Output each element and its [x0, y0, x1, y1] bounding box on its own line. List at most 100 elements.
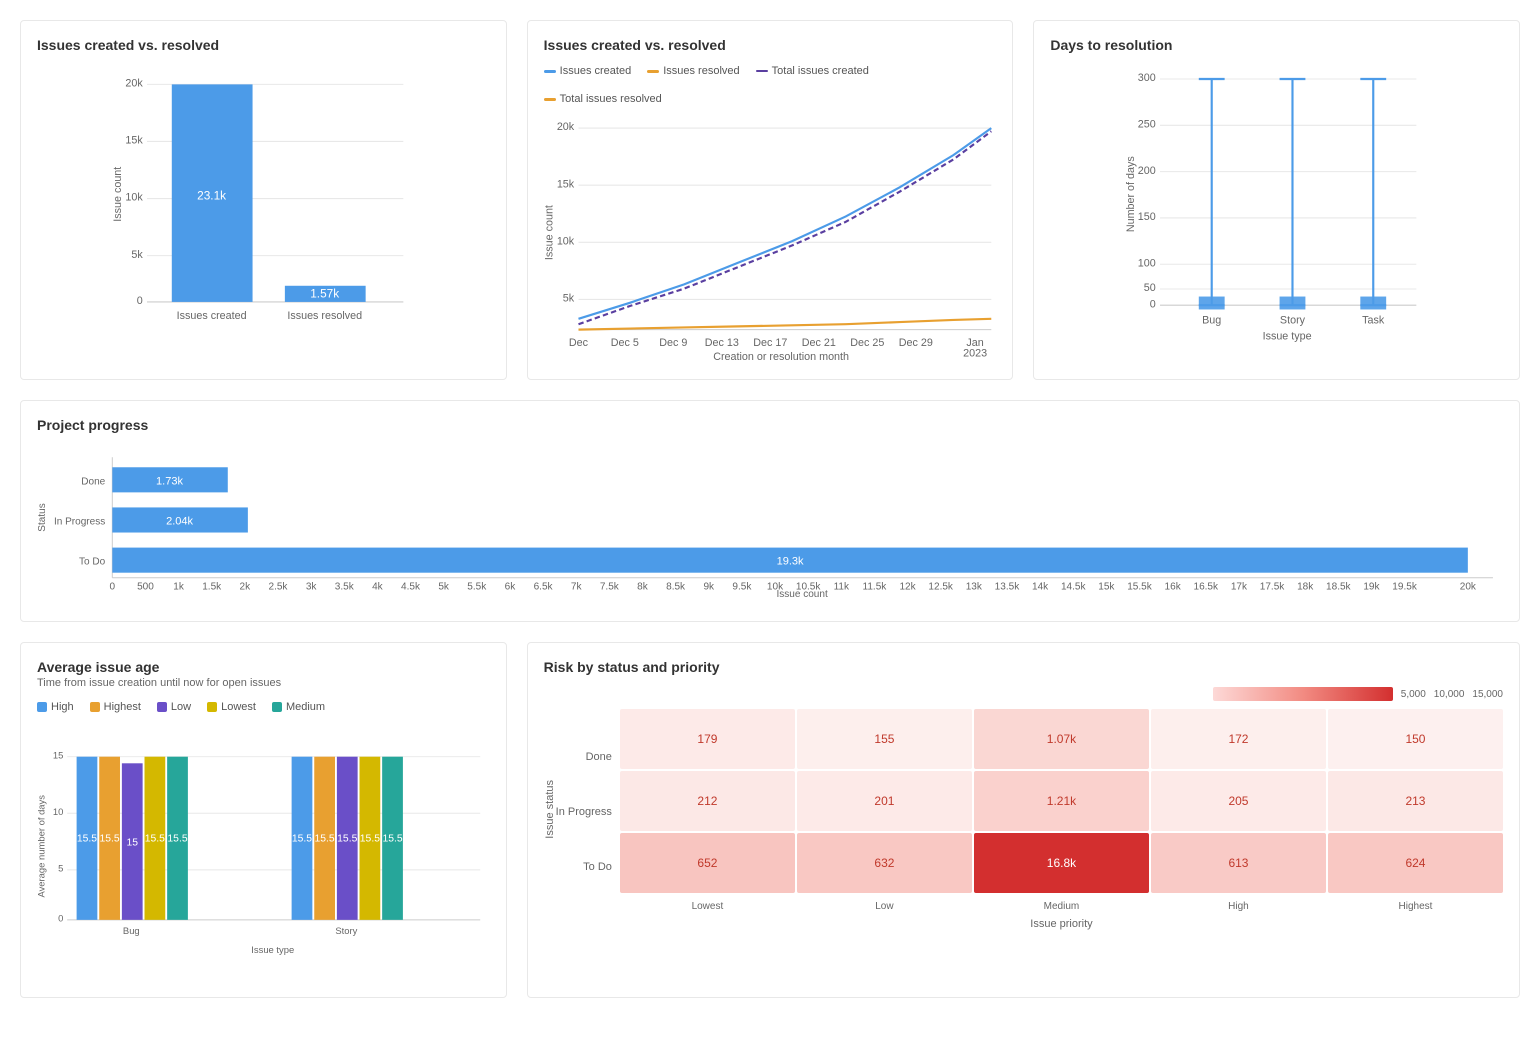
svg-text:200: 200	[1138, 165, 1156, 177]
svg-text:10: 10	[53, 806, 63, 817]
legend-label-total-resolved: Total issues resolved	[560, 93, 662, 105]
legend-total-resolved: Total issues resolved	[544, 93, 662, 105]
bar-compare-title: Issues created vs. resolved	[37, 37, 490, 53]
col-label-high: High	[1151, 897, 1326, 912]
svg-text:In Progress: In Progress	[54, 516, 105, 527]
issue-age-chart: Average number of days 15 10 5 0 15.5 15…	[37, 721, 490, 981]
svg-text:15.5: 15.5	[360, 834, 380, 845]
svg-text:15.5: 15.5	[145, 834, 165, 845]
svg-text:16.5k: 16.5k	[1193, 582, 1219, 593]
svg-text:Dec 17: Dec 17	[753, 337, 787, 349]
svg-text:Dec 13: Dec 13	[704, 337, 738, 349]
legend-label-created: Issues created	[560, 65, 632, 77]
heatmap-cell-inprogress-medium: 1.21k	[974, 771, 1149, 831]
heatmap-cell-done-highest: 150	[1328, 709, 1503, 769]
legend-dot-resolved	[647, 70, 659, 73]
risk-y-label-done: Done	[556, 751, 612, 763]
svg-text:Story: Story	[335, 925, 357, 936]
heatmap-grid: 179 155 1.07k 172 150 212 201 1.21k 205 …	[620, 709, 1503, 893]
legend-highest-label: Highest	[104, 701, 141, 713]
svg-text:18k: 18k	[1297, 582, 1314, 593]
heatmap-cell-inprogress-highest: 213	[1328, 771, 1503, 831]
svg-text:15.5: 15.5	[167, 834, 187, 845]
svg-text:Issues resolved: Issues resolved	[287, 310, 362, 322]
svg-text:150: 150	[1138, 211, 1156, 223]
svg-text:2.04k: 2.04k	[166, 515, 193, 527]
svg-text:Issue type: Issue type	[251, 944, 294, 955]
issue-age-legend: High Highest Low Lowest Medium	[37, 701, 490, 713]
svg-text:500: 500	[137, 582, 154, 593]
svg-text:Task: Task	[1363, 314, 1386, 326]
svg-text:6k: 6k	[505, 582, 517, 593]
svg-text:3.5k: 3.5k	[335, 582, 355, 593]
legend-medium-label: Medium	[286, 701, 325, 713]
bar-compare-panel: Issues created vs. resolved 20k 15k 10k …	[20, 20, 507, 380]
svg-text:20k: 20k	[556, 121, 574, 133]
svg-text:19.5k: 19.5k	[1392, 582, 1418, 593]
heatmap-cell-todo-medium: 16.8k	[974, 833, 1149, 893]
colorbar	[1213, 687, 1393, 701]
svg-text:23.1k: 23.1k	[197, 189, 226, 203]
line-chart-panel: Issues created vs. resolved Issues creat…	[527, 20, 1014, 380]
issue-age-title: Average issue age	[37, 659, 490, 675]
svg-text:5k: 5k	[562, 293, 574, 305]
line-chart-legend: Issues created Issues resolved Total iss…	[544, 65, 997, 105]
heatmap-cell-done-lowest: 179	[620, 709, 795, 769]
line-chart-svg: 20k 15k 10k 5k Issue count Dec Dec 5 Dec…	[544, 113, 997, 363]
bar-compare-chart: 20k 15k 10k 5k 0 Issue count 23.1k 1.57k…	[37, 65, 490, 345]
svg-text:18.5k: 18.5k	[1326, 582, 1352, 593]
legend-sq-high	[37, 702, 47, 712]
svg-text:17k: 17k	[1231, 582, 1248, 593]
svg-text:1k: 1k	[173, 582, 185, 593]
svg-text:15: 15	[53, 750, 63, 761]
days-resolution-panel: Days to resolution 300 250 200 150 100 5…	[1033, 20, 1520, 380]
svg-text:9k: 9k	[703, 582, 715, 593]
heatmap-cell-todo-high: 613	[1151, 833, 1326, 893]
svg-text:15k: 15k	[125, 135, 143, 147]
project-progress-panel: Project progress Status Done In Progress…	[20, 400, 1520, 622]
risk-y-label-todo: To Do	[556, 861, 612, 873]
svg-text:2.5k: 2.5k	[268, 582, 288, 593]
colorbar-container: 5,000 10,000 15,000	[544, 687, 1503, 701]
svg-text:0: 0	[58, 913, 63, 924]
risk-y-axis-title-container: Issue status	[544, 709, 556, 930]
risk-panel: Risk by status and priority 5,000 10,000…	[527, 642, 1520, 998]
risk-chart-outer: Issue status Done In Progress To Do 179 …	[544, 709, 1503, 930]
legend-sq-low	[157, 702, 167, 712]
svg-text:250: 250	[1138, 118, 1156, 130]
risk-title: Risk by status and priority	[544, 659, 1503, 675]
svg-text:Bug: Bug	[123, 925, 140, 936]
svg-text:2k: 2k	[240, 582, 252, 593]
svg-text:4k: 4k	[372, 582, 384, 593]
svg-text:300: 300	[1138, 72, 1156, 84]
svg-text:8k: 8k	[637, 582, 649, 593]
risk-x-axis-title: Issue priority	[620, 918, 1503, 930]
svg-text:19k: 19k	[1363, 582, 1380, 593]
svg-text:4.5k: 4.5k	[401, 582, 421, 593]
svg-text:7k: 7k	[571, 582, 583, 593]
svg-text:Dec 9: Dec 9	[659, 337, 687, 349]
legend-highest: Highest	[90, 701, 141, 713]
project-progress-chart: Status Done In Progress To Do 1.73k 2.04…	[37, 445, 1503, 605]
colorbar-label-5k: 5,000	[1401, 689, 1426, 700]
heatmap-cell-done-high: 172	[1151, 709, 1326, 769]
svg-text:14k: 14k	[1032, 582, 1049, 593]
svg-text:Issue count: Issue count	[544, 205, 556, 260]
svg-text:Dec: Dec	[569, 337, 589, 349]
legend-lowest: Lowest	[207, 701, 256, 713]
svg-text:0: 0	[137, 295, 143, 307]
svg-text:5.5k: 5.5k	[467, 582, 487, 593]
issue-age-panel: Average issue age Time from issue creati…	[20, 642, 507, 998]
svg-text:16k: 16k	[1165, 582, 1182, 593]
heatmap-cell-done-medium: 1.07k	[974, 709, 1149, 769]
svg-text:Issue count: Issue count	[112, 167, 124, 222]
svg-text:15.5: 15.5	[337, 834, 357, 845]
col-label-medium: Medium	[974, 897, 1149, 912]
svg-text:6.5k: 6.5k	[534, 582, 554, 593]
svg-text:Dec 29: Dec 29	[898, 337, 932, 349]
svg-text:20k: 20k	[1460, 582, 1477, 593]
heatmap-cell-done-low: 155	[797, 709, 972, 769]
legend-dot-total-resolved	[544, 98, 556, 101]
legend-sq-lowest	[207, 702, 217, 712]
svg-text:Issue count: Issue count	[776, 589, 828, 600]
